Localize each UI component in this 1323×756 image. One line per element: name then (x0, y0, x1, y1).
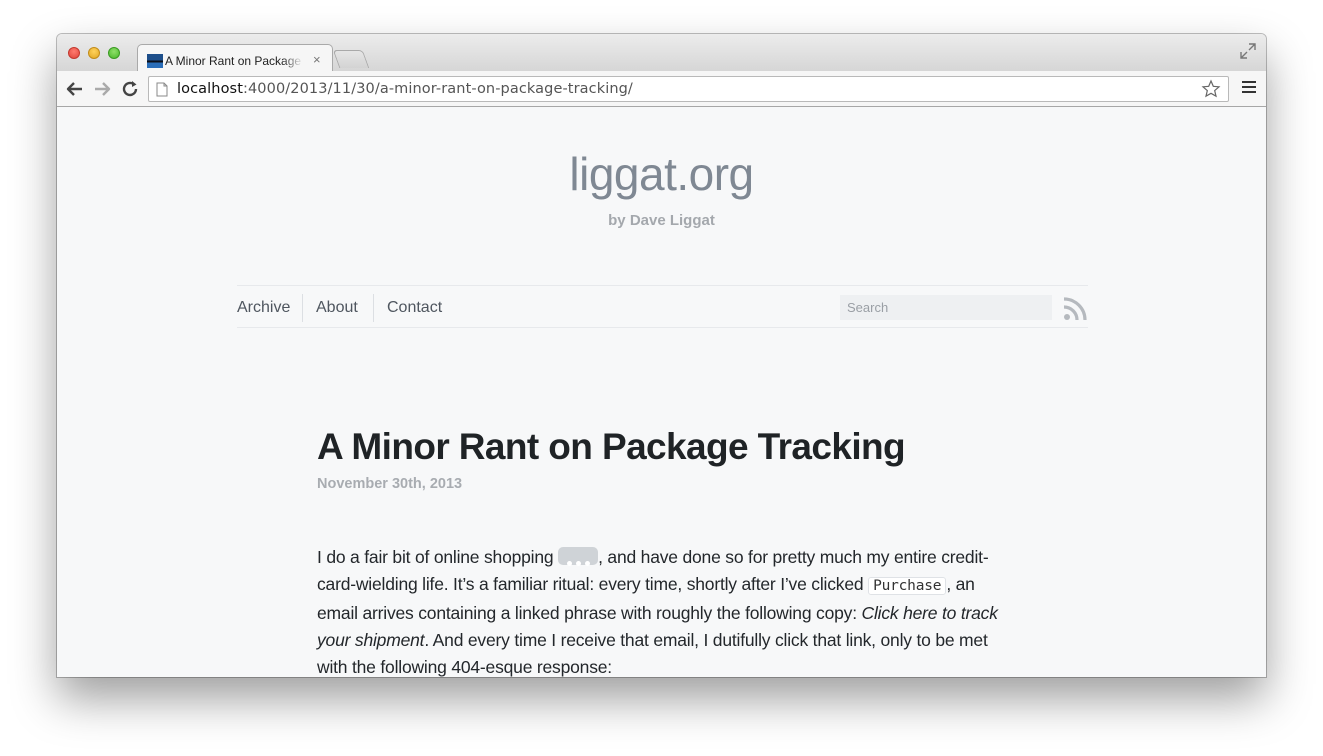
window-minimize-button[interactable] (88, 47, 100, 59)
site-title[interactable]: liggat.org (57, 147, 1266, 201)
title-bar: A Minor Rant on Package Tracking × (57, 34, 1266, 72)
inline-code: Purchase (868, 577, 947, 595)
reload-icon[interactable] (120, 79, 140, 99)
url-text: localhost:4000/2013/11/30/a-minor-rant-o… (177, 81, 633, 97)
tab-title: A Minor Rant on Package Tracking (165, 54, 303, 68)
site-subtitle: by Dave Liggat (608, 212, 715, 229)
back-arrow-icon[interactable] (65, 79, 85, 99)
nav-divider (302, 294, 303, 322)
forward-arrow-icon[interactable] (92, 79, 112, 99)
window-close-button[interactable] (68, 47, 80, 59)
star-icon[interactable] (1201, 79, 1221, 99)
rss-icon[interactable] (1063, 297, 1087, 321)
post-date: November 30th, 2013 (317, 476, 463, 492)
tab-close-icon[interactable]: × (313, 52, 321, 67)
nav-archive-link[interactable]: Archive (237, 294, 290, 322)
nav-contact-link[interactable]: Contact (387, 294, 442, 322)
page-icon (156, 82, 168, 97)
site-nav: Archive About Contact (237, 285, 1088, 328)
post-title[interactable]: A Minor Rant on Package Tracking (317, 426, 906, 468)
browser-window: A Minor Rant on Package Tracking × local… (57, 34, 1266, 677)
fullscreen-icon[interactable] (1240, 43, 1256, 59)
new-tab-button[interactable] (332, 50, 370, 68)
window-zoom-button[interactable] (108, 47, 120, 59)
browser-tab[interactable]: A Minor Rant on Package Tracking × (137, 44, 333, 72)
url-host: localhost (177, 81, 243, 97)
browser-toolbar: localhost:4000/2013/11/30/a-minor-rant-o… (57, 71, 1266, 107)
body-text: I do a fair bit of online shopping (317, 547, 559, 567)
hamburger-menu-icon[interactable] (1242, 81, 1256, 95)
favicon-icon (147, 54, 163, 68)
page-viewport: liggat.org by Dave Liggat Archive About … (57, 107, 1266, 677)
search-input[interactable] (840, 295, 1052, 320)
nav-divider (373, 294, 374, 322)
nav-about-link[interactable]: About (316, 294, 358, 322)
ellipsis-footnote-button[interactable] (558, 547, 599, 567)
address-bar[interactable]: localhost:4000/2013/11/30/a-minor-rant-o… (148, 76, 1229, 102)
post-body: I do a fair bit of online shopping , and… (317, 544, 1017, 677)
url-path: :4000/2013/11/30/a-minor-rant-on-package… (243, 81, 633, 97)
